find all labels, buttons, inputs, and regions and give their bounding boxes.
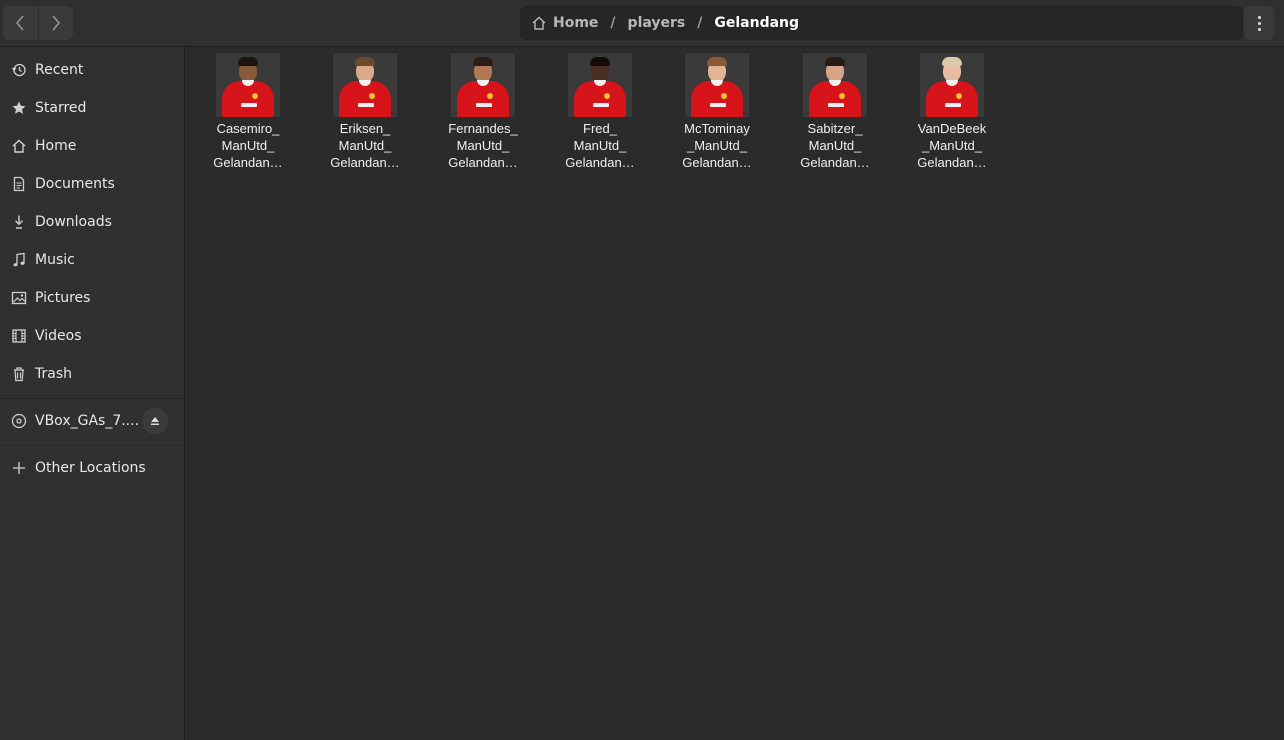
file-name: Fernandes_ ManUtd_ Gelandan…: [433, 120, 533, 171]
file-name-line: Gelandan…: [448, 155, 518, 170]
sidebar-item-label: Downloads: [35, 214, 112, 230]
sidebar-item-home[interactable]: Home: [0, 127, 184, 165]
file-item[interactable]: McTominay _ManUtd_ Gelandan…: [667, 53, 767, 171]
sidebar-item-recent[interactable]: Recent: [0, 51, 184, 89]
breadcrumb-label: Gelandang: [714, 15, 800, 31]
picture-icon: [10, 289, 28, 307]
sidebar: Recent Starred Home Documents Downloads …: [0, 47, 185, 740]
sidebar-item-documents[interactable]: Documents: [0, 165, 184, 203]
star-icon: [10, 99, 28, 117]
sidebar-item-label: Other Locations: [35, 460, 146, 476]
eject-icon: [151, 417, 159, 425]
file-name: Fred_ ManUtd_ Gelandan…: [550, 120, 650, 171]
music-icon: [10, 251, 28, 269]
sidebar-item-device[interactable]: VBox_GAs_7....: [0, 402, 184, 440]
more-options-icon: [1257, 15, 1261, 31]
file-name-line: Casemiro_: [216, 121, 280, 136]
trash-icon: [10, 365, 28, 383]
sidebar-item-label: Music: [35, 252, 75, 268]
document-icon: [10, 175, 28, 193]
file-name-line: ManUtd_: [573, 138, 627, 153]
file-name: VanDeBeek _ManUtd_ Gelandan…: [902, 120, 1002, 171]
home-icon: [10, 137, 28, 155]
chevron-right-icon: [52, 15, 60, 31]
file-name-line: _ManUtd_: [687, 138, 747, 153]
breadcrumb: Home / players / Gelandang: [520, 6, 1243, 40]
file-name-line: ManUtd_: [338, 138, 392, 153]
download-icon: [10, 213, 28, 231]
file-item[interactable]: Fernandes_ ManUtd_ Gelandan…: [433, 53, 533, 171]
sidebar-item-pictures[interactable]: Pictures: [0, 279, 184, 317]
sidebar-divider: [0, 445, 184, 446]
file-item[interactable]: Casemiro_ ManUtd_ Gelandan…: [198, 53, 298, 171]
file-name-line: Gelandan…: [213, 155, 283, 170]
breadcrumb-separator: /: [697, 15, 703, 31]
header-bar: Home / players / Gelandang: [0, 0, 1284, 47]
sidebar-item-other-locations[interactable]: Other Locations: [0, 449, 184, 487]
file-name: Eriksen_ ManUtd_ Gelandan…: [315, 120, 415, 171]
breadcrumb-label: Home: [553, 15, 599, 31]
file-name-line: VanDeBeek: [917, 121, 987, 136]
file-name-line: Sabitzer_: [807, 121, 863, 136]
file-name: McTominay _ManUtd_ Gelandan…: [667, 120, 767, 171]
film-icon: [10, 327, 28, 345]
sidebar-item-label: Starred: [35, 100, 87, 116]
home-icon: [532, 16, 546, 30]
file-name-line: McTominay: [684, 121, 750, 136]
breadcrumb-separator: /: [610, 15, 616, 31]
main-menu-button[interactable]: [1244, 6, 1274, 40]
file-item[interactable]: Fred_ ManUtd_ Gelandan…: [550, 53, 650, 171]
sidebar-item-videos[interactable]: Videos: [0, 317, 184, 355]
sidebar-item-label: Trash: [35, 366, 72, 382]
disc-icon: [10, 412, 28, 430]
sidebar-divider: [0, 398, 184, 399]
file-grid: Casemiro_ ManUtd_ Gelandan… Eriksen_ ManUtd_…: [186, 47, 1284, 740]
file-thumbnail: [803, 53, 867, 117]
sidebar-item-trash[interactable]: Trash: [0, 355, 184, 393]
file-name: Casemiro_ ManUtd_ Gelandan…: [198, 120, 298, 171]
sidebar-item-label: Videos: [35, 328, 82, 344]
sidebar-item-label: Pictures: [35, 290, 91, 306]
file-name-line: Gelandan…: [330, 155, 400, 170]
sidebar-item-label: VBox_GAs_7....: [35, 413, 140, 429]
file-name: Sabitzer_ ManUtd_ Gelandan…: [785, 120, 885, 171]
chevron-left-icon: [16, 15, 24, 31]
sidebar-item-label: Home: [35, 138, 77, 154]
file-thumbnail: [451, 53, 515, 117]
file-thumbnail: [685, 53, 749, 117]
file-item[interactable]: VanDeBeek _ManUtd_ Gelandan…: [902, 53, 1002, 171]
clock-icon: [10, 61, 28, 79]
file-thumbnail: [920, 53, 984, 117]
file-name-line: Fred_: [583, 121, 617, 136]
breadcrumb-players[interactable]: players: [628, 15, 686, 31]
file-name-line: Fernandes_: [448, 121, 518, 136]
file-item[interactable]: Sabitzer_ ManUtd_ Gelandan…: [785, 53, 885, 171]
eject-button[interactable]: [142, 408, 168, 434]
file-name-line: ManUtd_: [456, 138, 510, 153]
file-thumbnail: [333, 53, 397, 117]
file-name-line: ManUtd_: [221, 138, 275, 153]
file-name-line: Gelandan…: [800, 155, 870, 170]
file-name-line: Gelandan…: [565, 155, 635, 170]
file-item[interactable]: Eriksen_ ManUtd_ Gelandan…: [315, 53, 415, 171]
breadcrumb-home[interactable]: Home: [531, 15, 598, 31]
file-name-line: Gelandan…: [917, 155, 987, 170]
sidebar-item-label: Recent: [35, 62, 84, 78]
file-name-line: _ManUtd_: [922, 138, 982, 153]
sidebar-item-label: Documents: [35, 176, 115, 192]
sidebar-item-starred[interactable]: Starred: [0, 89, 184, 127]
back-button[interactable]: [3, 6, 38, 40]
navigation-buttons: [3, 6, 73, 40]
file-thumbnail: [568, 53, 632, 117]
forward-button[interactable]: [37, 6, 74, 40]
breadcrumb-label: players: [627, 15, 686, 31]
sidebar-item-downloads[interactable]: Downloads: [0, 203, 184, 241]
plus-icon: [10, 459, 28, 477]
file-thumbnail: [216, 53, 280, 117]
file-name-line: ManUtd_: [808, 138, 862, 153]
breadcrumb-current[interactable]: Gelandang: [714, 15, 799, 31]
sidebar-item-music[interactable]: Music: [0, 241, 184, 279]
file-name-line: Eriksen_: [339, 121, 391, 136]
file-name-line: Gelandan…: [682, 155, 752, 170]
